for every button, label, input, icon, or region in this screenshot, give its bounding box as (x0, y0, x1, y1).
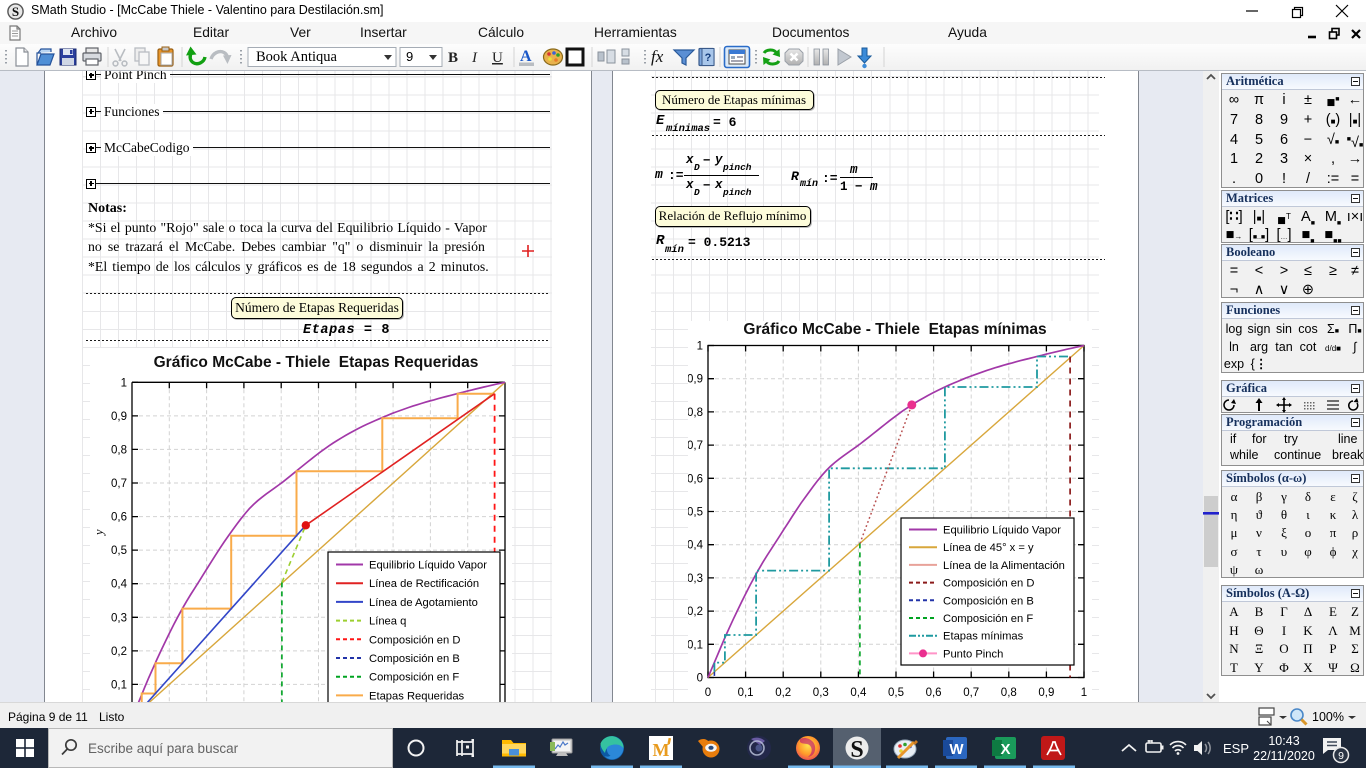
svg-text:X: X (1000, 741, 1010, 758)
svg-text:Etapas mínimas: Etapas mínimas (943, 631, 1024, 643)
svg-text:0,3: 0,3 (688, 573, 703, 585)
svg-text:0,6: 0,6 (111, 512, 127, 524)
svg-text:Escribe aquí para buscar: Escribe aquí para buscar (88, 741, 239, 756)
svg-text:Gráfico McCabe - Thiele Etapa: Gráfico McCabe - Thiele Etapas mínimas (743, 321, 1046, 338)
svg-text:I: I (471, 50, 478, 66)
svg-text:Equilibrio Líquido Vapor: Equilibrio Líquido Vapor (943, 525, 1061, 537)
svg-text:0,9: 0,9 (1038, 687, 1054, 699)
svg-text:U: U (492, 50, 503, 66)
svg-text:0,7: 0,7 (963, 687, 979, 699)
svg-text:1: 1 (697, 341, 703, 353)
svg-text:Línea q: Línea q (369, 616, 406, 628)
svg-text:0,9: 0,9 (111, 411, 127, 423)
svg-text:Línea de Agotamiento: Línea de Agotamiento (369, 597, 478, 609)
svg-text:Book Antiqua: Book Antiqua (256, 49, 338, 65)
svg-text:0,6: 0,6 (926, 687, 942, 699)
svg-text:Composición en D: Composición en D (943, 578, 1034, 590)
svg-text:Composición en B: Composición en B (369, 653, 460, 665)
svg-text:Línea de Rectificación: Línea de Rectificación (369, 578, 479, 590)
svg-text:10:43: 10:43 (1268, 734, 1299, 748)
svg-text:22/11/2020: 22/11/2020 (1253, 749, 1315, 763)
svg-text:0,7: 0,7 (111, 478, 127, 490)
svg-text:0,8: 0,8 (1001, 687, 1017, 699)
svg-text:Punto Pinch: Punto Pinch (943, 648, 1003, 660)
svg-text:0,5: 0,5 (111, 545, 127, 557)
svg-text:9: 9 (1338, 750, 1344, 762)
svg-text:0,2: 0,2 (688, 606, 703, 618)
svg-text:0,6: 0,6 (688, 473, 703, 485)
svg-text:0,5: 0,5 (688, 507, 703, 519)
svg-text:fx: fx (651, 47, 664, 66)
svg-text:y: y (92, 529, 106, 537)
svg-text:Gráfico McCabe - Thiele Etapa: Gráfico McCabe - Thiele Etapas Requerida… (154, 354, 479, 371)
svg-text:0,1: 0,1 (111, 679, 127, 691)
svg-text:B: B (448, 50, 458, 66)
svg-text:9: 9 (406, 49, 413, 64)
svg-text:Línea de 45° x = y: Línea de 45° x = y (943, 542, 1034, 554)
svg-text:Etapas Requeridas: Etapas Requeridas (369, 690, 465, 702)
svg-text:Composición en F: Composición en F (369, 672, 459, 684)
svg-text:Composición en B: Composición en B (943, 595, 1034, 607)
svg-text:1: 1 (1081, 687, 1087, 699)
svg-text:Composición en F: Composición en F (943, 613, 1033, 625)
svg-text:0: 0 (705, 687, 711, 699)
svg-text:0,7: 0,7 (688, 440, 703, 452)
svg-text:0,3: 0,3 (111, 612, 127, 624)
svg-text:0,8: 0,8 (688, 407, 703, 419)
svg-text:Línea de la Alimentación: Línea de la Alimentación (943, 560, 1065, 572)
svg-text:Composición en D: Composición en D (369, 634, 460, 646)
svg-text:S: S (850, 737, 863, 763)
svg-text:0,1: 0,1 (738, 687, 754, 699)
svg-text:0,1: 0,1 (688, 639, 703, 651)
svg-text:ESP: ESP (1223, 741, 1249, 756)
svg-text:M: M (653, 740, 670, 760)
svg-text:W: W (949, 741, 964, 758)
svg-text:0,4: 0,4 (688, 540, 704, 552)
svg-text:0,4: 0,4 (111, 579, 128, 591)
svg-text:0,2: 0,2 (775, 687, 791, 699)
svg-text:Equilibrio Líquido Vapor: Equilibrio Líquido Vapor (369, 560, 487, 572)
svg-text:1: 1 (121, 377, 127, 389)
svg-text:0,3: 0,3 (813, 687, 829, 699)
svg-text:0,9: 0,9 (688, 374, 703, 386)
svg-text:100%: 100% (1312, 710, 1344, 724)
svg-text:?: ? (705, 52, 712, 64)
svg-text:0,4: 0,4 (850, 687, 867, 699)
svg-text:0,8: 0,8 (111, 444, 127, 456)
svg-text:S: S (12, 4, 19, 19)
svg-text:0,2: 0,2 (111, 646, 127, 658)
svg-text:A: A (520, 48, 532, 65)
svg-text:0: 0 (697, 673, 703, 685)
svg-text:0,5: 0,5 (888, 687, 904, 699)
